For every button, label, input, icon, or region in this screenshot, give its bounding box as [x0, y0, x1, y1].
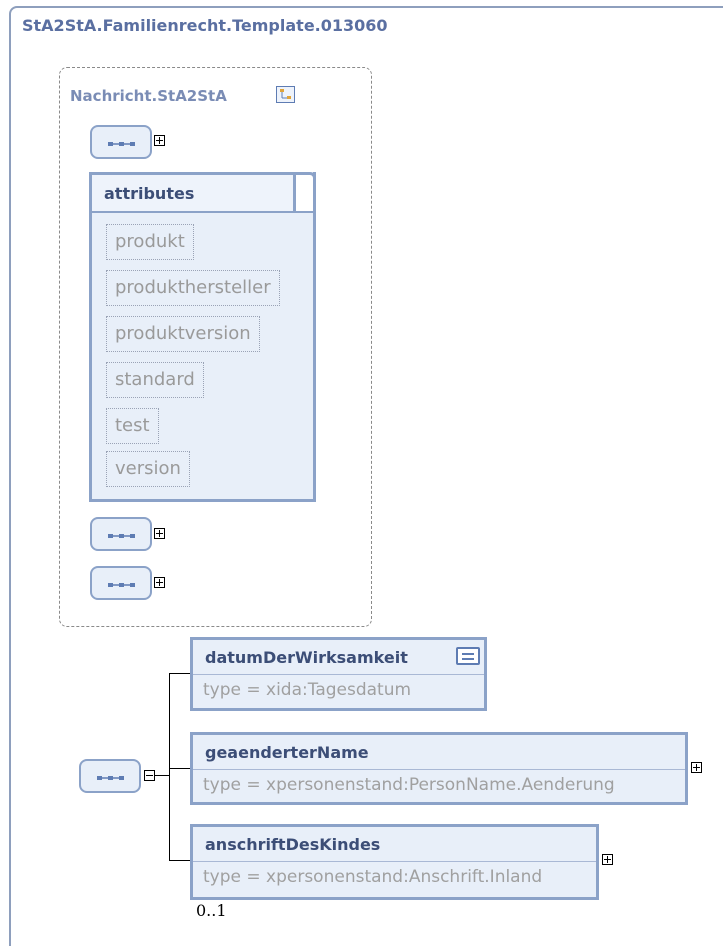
expand-plus-icon[interactable]	[154, 528, 165, 539]
sequence-compositor-icon	[97, 776, 124, 780]
expand-plus-icon[interactable]	[154, 135, 165, 146]
element-anschrift-des-kindes[interactable]: anschriftDesKindes type = xpersonenstand…	[190, 824, 599, 900]
sequence-compositor-icon	[108, 142, 135, 146]
type-tree-icon[interactable]	[276, 86, 295, 103]
connector-line	[169, 673, 170, 861]
group-title: Nachricht.StA2StA	[70, 87, 227, 105]
element-divider	[193, 674, 484, 675]
documentation-icon[interactable]	[456, 647, 480, 665]
element-type: type = xpersonenstand:PersonName.Aenderu…	[203, 775, 615, 795]
attributes-divider	[92, 211, 313, 213]
connector-line	[155, 775, 169, 776]
attributes-title: attributes	[104, 184, 195, 203]
element-type: type = xpersonenstand:Anschrift.Inland	[203, 867, 543, 887]
expand-plus-icon[interactable]	[691, 762, 702, 773]
cardinality-label: 0..1	[196, 901, 227, 920]
connector-line	[169, 673, 190, 674]
element-name: geaenderterName	[205, 743, 369, 762]
element-geaenderter-name[interactable]: geaenderterName type = xpersonenstand:Pe…	[190, 732, 688, 805]
element-name: anschriftDesKindes	[205, 835, 381, 854]
sequence-compositor-icon	[108, 583, 135, 587]
sequence-compositor[interactable]	[90, 566, 152, 600]
element-datum-der-wirksamkeit[interactable]: datumDerWirksamkeit type = xida:Tagesdat…	[190, 637, 487, 711]
connector-line	[169, 860, 190, 861]
expand-plus-icon[interactable]	[602, 854, 613, 865]
sequence-compositor[interactable]	[90, 517, 152, 551]
element-divider	[193, 769, 685, 770]
expand-plus-icon[interactable]	[154, 577, 165, 588]
connector-line	[169, 768, 190, 769]
attribute-item[interactable]: version	[106, 451, 190, 487]
attributes-tab	[293, 172, 316, 212]
element-name: datumDerWirksamkeit	[205, 648, 408, 667]
collapse-minus-icon[interactable]	[144, 770, 155, 781]
element-type: type = xida:Tagesdatum	[203, 680, 412, 700]
element-divider	[193, 861, 596, 862]
attribute-item[interactable]: standard	[106, 362, 204, 398]
sequence-compositor[interactable]	[79, 759, 141, 793]
attribute-item[interactable]: produkthersteller	[106, 270, 280, 306]
attribute-item[interactable]: produkt	[106, 224, 194, 260]
attribute-item[interactable]: test	[106, 408, 159, 444]
schema-title: StA2StA.Familienrecht.Template.013060	[22, 16, 388, 35]
sequence-compositor-icon	[108, 534, 135, 538]
attribute-item[interactable]: produktversion	[106, 316, 260, 352]
sequence-compositor[interactable]	[90, 125, 152, 159]
